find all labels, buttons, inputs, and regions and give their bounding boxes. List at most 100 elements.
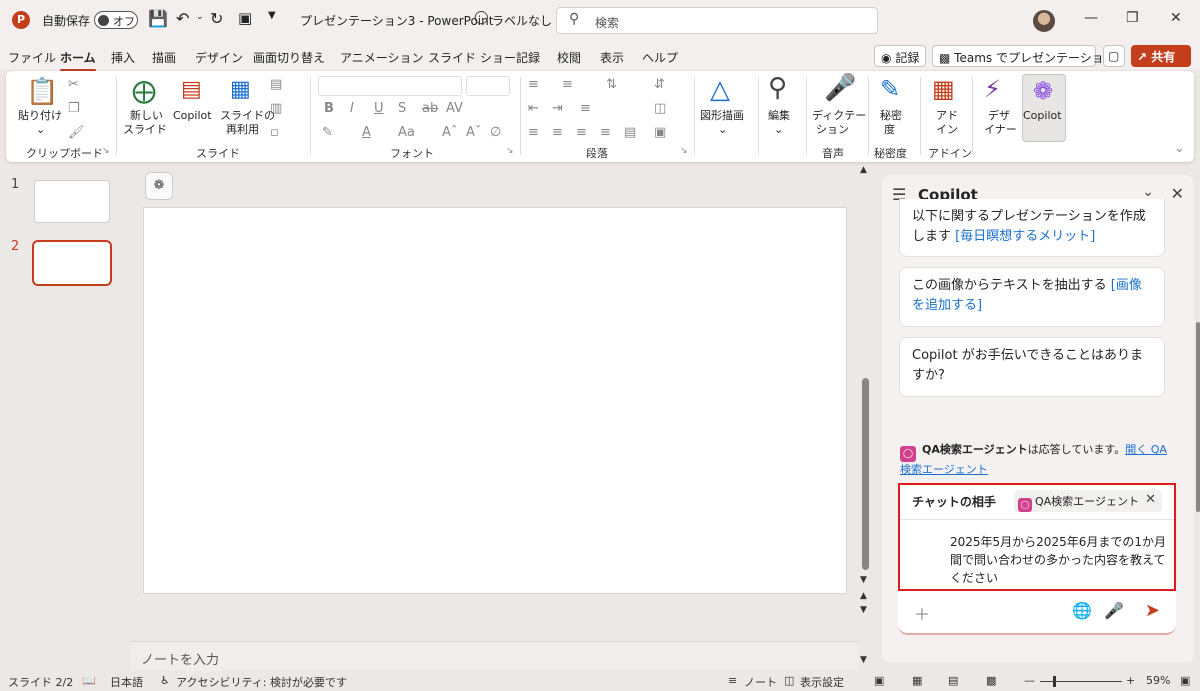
align-center-icon[interactable]: ≡ [552,125,563,140]
sensitivity-label-1[interactable]: 秘密 [880,109,902,123]
vertical-scrollbar[interactable]: ▲ ▼ ▲ ▼ ▼ [860,163,872,671]
scroll-up-icon[interactable]: ▲ [860,165,867,175]
scroll-down-icon[interactable]: ▼ [860,575,867,585]
smartart-icon[interactable]: ▣ [654,125,666,140]
spelling-icon[interactable]: 📖 [82,674,96,687]
copilot-slide-label[interactable]: Copilot [173,109,212,123]
notes-pane[interactable]: ノートを入力 [131,641,859,671]
language-label[interactable]: 日本語 [110,674,143,690]
numbering-icon[interactable]: ≡ [562,77,573,92]
italic-icon[interactable]: I [350,101,354,116]
text-direction-icon[interactable]: ⇵ [654,77,665,92]
record-button[interactable]: ◉ 記録 [874,45,926,67]
slideshow-start-icon[interactable]: ▣ [238,9,252,27]
tab-review[interactable]: 校閲 [557,49,581,66]
clipboard-launcher-icon[interactable]: ↘ [102,146,110,156]
redo-icon[interactable]: ↻ [210,9,223,28]
bullets-icon[interactable]: ≡ [528,77,539,92]
slide-thumbnail-2[interactable] [32,240,112,286]
slide-sorter-icon[interactable]: ▦ [912,674,922,687]
cut-icon[interactable]: ✂ [68,77,79,92]
autosave-toggle[interactable]: オフ [94,11,138,29]
reuse-slides-label-1[interactable]: スライドの [220,109,275,123]
justify-icon[interactable]: ≡ [600,125,611,140]
shield-icon[interactable]: ◯ [474,10,489,25]
minimize-icon[interactable]: — [1084,10,1098,26]
paste-dropdown-icon[interactable]: ⌄ [36,123,45,137]
accessibility-icon[interactable]: ♿ [160,674,170,687]
columns-icon[interactable]: ≡ [580,101,591,116]
zoom-in-icon[interactable]: + [1126,674,1135,687]
suggestion-card[interactable]: Copilot がお手伝いできることはありますか? [899,337,1165,397]
align-left-icon[interactable]: ≡ [528,125,539,140]
decrease-font-icon[interactable]: Aˇ [466,125,481,140]
customize-qat-icon[interactable]: ▼ [268,10,276,21]
reading-view-icon[interactable]: ▤ [948,674,958,687]
tab-insert[interactable]: 挿入 [111,49,135,66]
sensitivity-label[interactable]: ラベルなし [492,12,552,29]
new-slide-icon[interactable]: ⨁ [132,79,156,103]
strikethrough-icon[interactable]: ab [422,101,438,116]
zoom-level[interactable]: 59% [1146,674,1170,687]
close-icon[interactable]: ✕ [1145,492,1156,507]
tab-help[interactable]: ヘルプ [642,49,678,66]
tab-transitions[interactable]: 画面切り替え [253,49,325,66]
copilot-slide-icon[interactable]: ▤ [181,79,202,101]
char-spacing-icon[interactable]: AV [446,101,463,116]
font-size-select[interactable] [466,76,510,96]
notes-icon[interactable]: ≡ [728,674,737,687]
comments-button[interactable]: ▢ [1103,45,1125,67]
restore-icon[interactable]: ❐ [1126,10,1139,26]
new-slide-label-2[interactable]: スライド [123,123,167,137]
addins-label-2[interactable]: イン [936,123,958,137]
ribbon-collapse-icon[interactable]: ⌄ [1174,141,1185,156]
copilot-scrollbar[interactable] [1196,322,1200,512]
dictate-label-2[interactable]: ション [816,123,849,137]
reset-icon[interactable]: ▥ [270,101,282,116]
send-icon[interactable]: ➤ [1145,600,1160,621]
scrollbar-thumb[interactable] [862,378,869,570]
sensitivity-label-2[interactable]: 度 [884,123,895,137]
increase-indent-icon[interactable]: ⇥ [552,101,563,116]
new-slide-label-1[interactable]: 新しい [130,109,163,123]
tab-design[interactable]: デザイン [195,49,243,66]
notes-toggle[interactable]: ノート [744,674,777,690]
copilot-slide-button[interactable]: ❁ [145,172,173,200]
bold-icon[interactable]: B [324,101,334,116]
increase-font-icon[interactable]: Aˆ [442,125,457,140]
align-right-icon[interactable]: ≡ [576,125,587,140]
paste-icon[interactable]: 📋 [26,79,58,105]
globe-icon[interactable]: 🌐 [1072,601,1092,620]
search-box[interactable]: ⚲ 検索 [556,7,878,34]
undo-icon[interactable]: ↶ [176,9,189,28]
slide-thumbnail-1[interactable] [34,180,110,223]
slide-canvas[interactable] [143,207,847,594]
align-text-icon[interactable]: ◫ [654,101,666,116]
save-icon[interactable]: 💾 [148,9,168,28]
addins-label-1[interactable]: アド [936,109,958,123]
dictate-label-1[interactable]: ディクテー [812,109,866,123]
undo-dropdown-icon[interactable]: ⌄ [196,12,204,22]
font-launcher-icon[interactable]: ↘ [506,146,514,156]
shape-draw-label[interactable]: 図形描画 [700,109,744,123]
change-case-icon[interactable]: Aa [398,125,415,140]
accessibility-status[interactable]: アクセシビリティ: 検討が必要です [176,674,347,690]
microphone-icon[interactable]: 🎤 [824,75,856,101]
shapes-icon[interactable]: △ [710,77,730,103]
edit-dropdown-icon[interactable]: ⌄ [774,123,783,137]
agent-chip[interactable]: ◯ QA検索エージェント ✕ [1014,490,1162,512]
designer-icon[interactable]: ⚡ [984,77,1001,101]
display-settings-icon[interactable]: ◫ [784,674,794,687]
edit-label[interactable]: 編集 [768,109,790,123]
format-painter-icon[interactable]: 🖌 [68,125,85,140]
find-icon[interactable]: ⚲ [768,75,787,101]
suggestion-card[interactable]: この画像からテキストを抽出する [画像を追加する] [899,267,1165,327]
tab-slideshow[interactable]: スライド ショー [428,49,516,66]
section-icon[interactable]: ▫ [270,125,279,140]
tab-view[interactable]: 表示 [600,49,624,66]
normal-view-icon[interactable]: ▣ [874,674,884,687]
decrease-indent-icon[interactable]: ⇤ [528,101,539,116]
line-spacing-icon[interactable]: ⇅ [606,77,617,92]
font-name-select[interactable] [318,76,462,96]
designer-label-1[interactable]: デザ [988,109,1010,123]
